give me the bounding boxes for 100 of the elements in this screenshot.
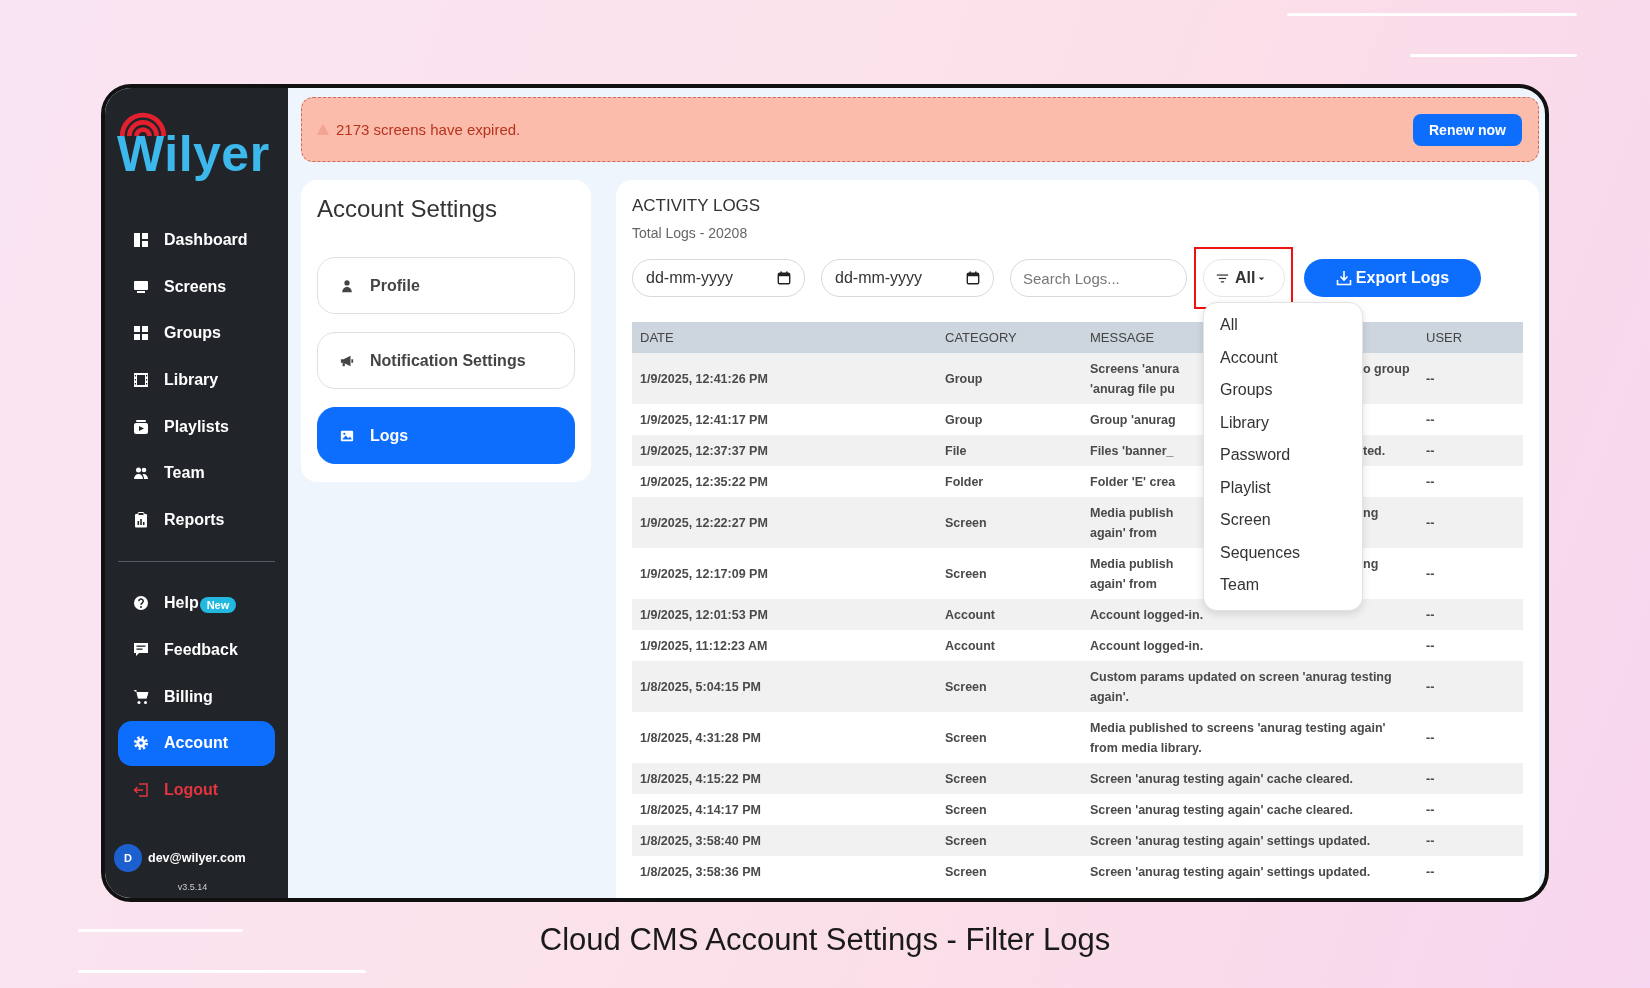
date-field[interactable]: dd-mm-yyyy (821, 259, 994, 297)
table-cell-text: 1/8/2025, 5:04:15 PM (639, 678, 762, 696)
dropdown-option[interactable]: Password (1204, 439, 1362, 472)
nav-label: Billing (164, 687, 213, 706)
nav-label: Dashboard (164, 231, 248, 250)
play-folder-icon (133, 418, 149, 435)
table-cell-text: Media published to screens 'anurag testing again' from media library. (1090, 719, 1387, 757)
table-cell-text: Screen 'anurag testing again' settings updated. (1090, 863, 1371, 881)
dropdown-option[interactable]: Sequences (1204, 536, 1362, 569)
table-cell-text: -- (1425, 729, 1436, 747)
table-cell-text: Screen 'anurag testing again' cache cleared. (1090, 770, 1353, 788)
table-cell-text: ng (1363, 555, 1379, 573)
dashboard-icon (133, 232, 149, 249)
table-cell-text: 1/8/2025, 4:15:22 PM (639, 770, 762, 788)
warning-icon (316, 123, 330, 136)
dropdown-option[interactable]: Account (1204, 341, 1362, 374)
nav-label: Playlists (164, 417, 229, 436)
menu-label: Profile (370, 276, 420, 295)
table-cell-text: Group (944, 411, 984, 429)
avatar: D (114, 844, 142, 872)
table-cell-text: o group (1363, 360, 1410, 378)
card-title: ACTIVITY LOGS (632, 196, 762, 216)
table-cell-text: -- (1425, 411, 1436, 429)
table-cell-text: again' from (1090, 524, 1158, 542)
nav-label: Screens (164, 277, 227, 296)
nav-item[interactable]: Account (118, 720, 275, 766)
calendar-icon (966, 271, 980, 285)
nav-item[interactable]: Dashboard (118, 217, 275, 264)
signal-arcs-icon (119, 111, 167, 137)
table-cell-text: -- (1425, 863, 1436, 881)
table-cell-text: Account logged-in. (1090, 637, 1204, 655)
nav-label: Logout (164, 781, 219, 800)
table-cell-text: -- (1425, 678, 1436, 696)
dropdown-option[interactable]: Team (1204, 569, 1362, 602)
table-cell-text: 1/8/2025, 3:58:36 PM (639, 863, 762, 881)
gear-icon (133, 735, 149, 752)
nav-label: Account (164, 734, 228, 753)
table-cell-text: 1/9/2025, 12:22:27 PM (639, 514, 769, 532)
table-cell-text: -- (1425, 473, 1436, 491)
table-cell-text: Media publish (1090, 504, 1175, 522)
nav-item[interactable]: Reports (118, 496, 275, 544)
table-cell-text: 1/9/2025, 12:41:26 PM (639, 370, 769, 388)
nav-label: Reports (164, 510, 225, 529)
export-button[interactable]: Export Logs (1304, 259, 1481, 297)
nav-label: Help (164, 594, 199, 613)
calendar-icon (777, 271, 791, 285)
table-cell-text: Screens 'anura (1090, 360, 1181, 378)
image-icon (340, 428, 354, 443)
table-cell-text: 1/9/2025, 12:37:37 PM (639, 442, 769, 460)
table-cell-text: -- (1425, 832, 1436, 850)
table-cell-text: 1/8/2025, 4:14:17 PM (639, 801, 762, 819)
nav-item[interactable]: Team (118, 449, 275, 497)
table-cell-text: -- (1425, 514, 1436, 532)
table-cell-text: Screen (944, 832, 988, 850)
menu-label: Notification Settings (370, 351, 526, 370)
renew-button[interactable]: Renew now (1413, 113, 1522, 146)
column-header: USER (1425, 328, 1464, 347)
column-header: DATE (639, 328, 675, 347)
table-cell-text: Group 'anurag (1090, 411, 1176, 429)
dropdown-option[interactable]: Screen (1204, 504, 1362, 537)
table-cell-text: Account logged-in. (1090, 606, 1204, 624)
filter-icon (1216, 271, 1229, 285)
table-cell-text: -- (1425, 565, 1436, 583)
table-cell-text: Screen (944, 678, 988, 696)
clipboard-chart-icon (133, 511, 149, 528)
filter-button[interactable]: All (1203, 259, 1285, 297)
table-cell-text: -- (1425, 770, 1436, 788)
table-cell-text: Screen (944, 565, 988, 583)
nav-item[interactable]: Logout (118, 766, 275, 814)
dropdown-option[interactable]: Library (1204, 406, 1362, 439)
table-cell-text: 'anurag file pu (1090, 380, 1176, 398)
settings-menu-item[interactable]: Logs (317, 407, 575, 464)
search-field[interactable]: Search Logs... (1010, 259, 1187, 297)
nav-item[interactable]: Library (118, 356, 275, 404)
table-cell-text: again' from (1090, 575, 1158, 593)
settings-menu-item[interactable]: Notification Settings (317, 332, 575, 389)
table-cell-text: -- (1425, 442, 1436, 460)
alert-message: 2173 screens have expired. (336, 121, 522, 138)
table-cell-text: -- (1425, 370, 1436, 388)
message-icon (133, 642, 149, 659)
card-title: Account Settings (317, 196, 499, 222)
table-cell-text: 1/9/2025, 11:12:23 AM (639, 637, 769, 655)
dropdown-option[interactable]: Playlist (1204, 471, 1362, 504)
nav-item[interactable]: Groups (118, 310, 275, 357)
table-cell-text: Custom params updated on screen 'anurag testing again'. (1090, 668, 1393, 706)
nav-item[interactable]: Feedback (118, 626, 275, 674)
nav-item[interactable]: Screens (118, 263, 275, 311)
nav-item[interactable]: Playlists (118, 403, 275, 450)
table-cell-text: Files 'banner_ (1090, 442, 1175, 460)
megaphone-icon (340, 353, 354, 368)
date-field[interactable]: dd-mm-yyyy (632, 259, 805, 297)
dropdown-option[interactable]: All (1204, 309, 1362, 342)
nav-label: Groups (164, 324, 221, 343)
table-cell-text: 1/9/2025, 12:35:22 PM (639, 473, 769, 491)
settings-menu-item[interactable]: Profile (317, 257, 575, 314)
nav-item[interactable]: Billing (118, 673, 275, 720)
nav-item[interactable]: Help New (118, 580, 275, 627)
table-cell-text: Screen 'anurag testing again' settings updated. (1090, 832, 1371, 850)
table-cell-text: Screen (944, 729, 988, 747)
dropdown-option[interactable]: Groups (1204, 374, 1362, 407)
